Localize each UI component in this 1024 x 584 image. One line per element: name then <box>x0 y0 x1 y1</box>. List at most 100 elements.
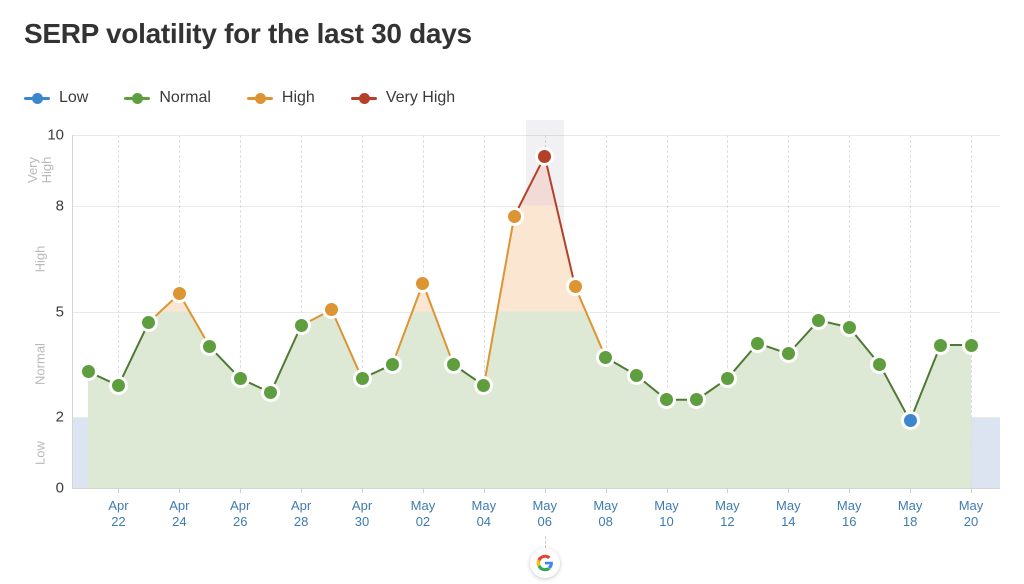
y-axis-tick-label: 5 <box>55 303 64 320</box>
legend-item-label: Normal <box>159 89 211 106</box>
x-axis-tick-mark <box>362 488 364 493</box>
x-axis-line <box>72 488 1000 489</box>
data-point-marker[interactable] <box>720 372 734 386</box>
y-axis-zone-label: Normal <box>32 343 48 386</box>
legend-item-high[interactable]: High <box>246 89 315 107</box>
x-axis-tick-label: Apr 30 <box>352 498 372 530</box>
y-axis-zone-label: Very High <box>25 156 54 184</box>
data-point-marker[interactable] <box>903 414 917 428</box>
x-axis-tick-day: 10 <box>659 514 674 529</box>
x-axis-tick-mark <box>179 488 181 493</box>
x-axis-tick-day: 26 <box>232 514 248 529</box>
x-axis-tick-label: Apr 24 <box>169 498 189 530</box>
x-axis-tick-month: Apr <box>230 498 251 513</box>
x-axis-tick-label: May 10 <box>654 498 679 530</box>
x-axis-tick-mark <box>971 488 972 493</box>
x-axis-tick-month: Apr <box>291 498 312 513</box>
data-point-marker[interactable] <box>538 149 552 163</box>
x-axis-tick-day: 18 <box>902 514 918 529</box>
data-point-marker[interactable] <box>934 338 948 352</box>
chart-plot-frame: 0 2 5 8 10 Low Normal High Very High Apr 22 Apr 24 Apr… <box>0 120 1024 578</box>
chart-plot-area: 0 2 5 8 10 Low Normal High Very High Apr 22 Apr 24 Apr… <box>25 120 1000 578</box>
x-axis-tick-month: Apr <box>351 498 373 513</box>
google-update-badge[interactable] <box>529 548 560 578</box>
data-point-marker[interactable] <box>233 372 247 386</box>
x-axis-tick-day: 28 <box>293 514 309 529</box>
data-point-marker[interactable] <box>355 372 369 386</box>
x-axis-tick-label: May 08 <box>593 498 618 530</box>
x-axis-tick-month: May <box>715 498 740 513</box>
x-axis-tick-label: May 16 <box>837 498 862 530</box>
x-axis-tick-mark <box>240 488 242 493</box>
x-axis-tick-mark <box>605 488 607 493</box>
legend-item-normal[interactable]: Normal <box>124 89 211 107</box>
x-axis-tick-mark <box>483 488 485 493</box>
x-axis-tick-mark <box>788 488 790 493</box>
x-axis-tick-month: May <box>410 498 436 513</box>
x-axis-tick-label: May 18 <box>898 498 923 530</box>
data-point-marker[interactable] <box>111 379 125 393</box>
data-point-marker[interactable] <box>294 319 308 333</box>
x-axis-tick-month: May <box>958 498 984 513</box>
x-axis-tick-label: Apr 26 <box>230 498 250 530</box>
x-axis-tick-mark <box>118 488 120 493</box>
serp-volatility-widget: SERP volatility for the last 30 days Low… <box>0 0 1024 584</box>
x-axis-tick-month: May <box>897 498 923 513</box>
google-g-icon <box>536 554 553 572</box>
x-axis-tick-mark <box>301 488 303 493</box>
x-axis-tick-day: 30 <box>354 514 370 529</box>
x-axis-tick-mark <box>727 488 729 493</box>
data-point-marker[interactable] <box>873 357 887 371</box>
data-point-marker[interactable] <box>385 357 399 371</box>
data-point-marker[interactable] <box>964 338 978 352</box>
x-axis-tick-label: Apr 28 <box>291 498 311 530</box>
x-axis-tick-label: May 14 <box>776 498 801 530</box>
google-badge-connector <box>544 536 547 548</box>
x-axis-tick-month: May <box>593 498 618 513</box>
chart-legend: Low Normal High Very High <box>24 85 491 111</box>
x-axis-tick-month: Apr <box>169 498 190 513</box>
legend-item-label: High <box>281 89 315 106</box>
legend-item-label: Low <box>59 89 89 106</box>
x-axis-tick-mark <box>544 488 546 493</box>
x-axis-tick-label: May 04 <box>472 498 497 530</box>
x-axis-tick-day: 02 <box>415 514 431 529</box>
x-axis-tick-day: 16 <box>841 514 857 529</box>
y-axis-tick-label: 10 <box>47 126 64 144</box>
data-point-marker[interactable] <box>842 320 856 334</box>
legend-marker-icon <box>246 91 273 105</box>
legend-marker-icon <box>24 91 50 105</box>
x-axis-tick-day: 20 <box>963 514 979 529</box>
data-point-marker[interactable] <box>568 280 582 294</box>
data-point-marker[interactable] <box>812 313 826 327</box>
x-axis-tick-mark <box>849 488 851 493</box>
legend-item-very-high[interactable]: Very High <box>350 89 456 107</box>
x-axis-tick-day: 14 <box>781 514 796 529</box>
x-axis-tick-month: May <box>532 498 557 513</box>
x-axis-tick-month: Apr <box>108 498 129 513</box>
x-axis-tick-day: 24 <box>172 514 187 529</box>
x-axis-tick-month: May <box>654 498 679 513</box>
x-axis-tick-label: Apr 22 <box>108 498 128 530</box>
data-point-marker[interactable] <box>446 357 460 371</box>
data-point-marker[interactable] <box>507 209 521 223</box>
y-axis-line <box>72 135 73 488</box>
x-axis-tick-day: 04 <box>476 514 492 529</box>
legend-item-label: Very High <box>385 89 456 106</box>
page-title: SERP volatility for the last 30 days <box>24 18 472 49</box>
y-axis-zone-label: High <box>32 245 48 272</box>
x-axis-tick-mark <box>910 488 912 493</box>
legend-item-low[interactable]: Low <box>24 89 88 107</box>
data-point-marker[interactable] <box>142 315 156 329</box>
x-axis-tick-day: 08 <box>598 514 613 529</box>
x-axis-tick-label: May 12 <box>715 498 740 530</box>
data-point-marker[interactable] <box>629 368 643 382</box>
y-axis-tick-label: 8 <box>55 197 64 215</box>
data-point-marker[interactable] <box>81 365 95 378</box>
data-point-marker[interactable] <box>599 350 613 364</box>
x-axis-tick-month: May <box>776 498 801 513</box>
x-axis-tick-label: May 06 <box>532 498 557 530</box>
x-axis-tick-day: 12 <box>720 514 735 529</box>
x-axis-tick-month: May <box>836 498 862 513</box>
x-axis-tick-day: 06 <box>537 514 552 529</box>
